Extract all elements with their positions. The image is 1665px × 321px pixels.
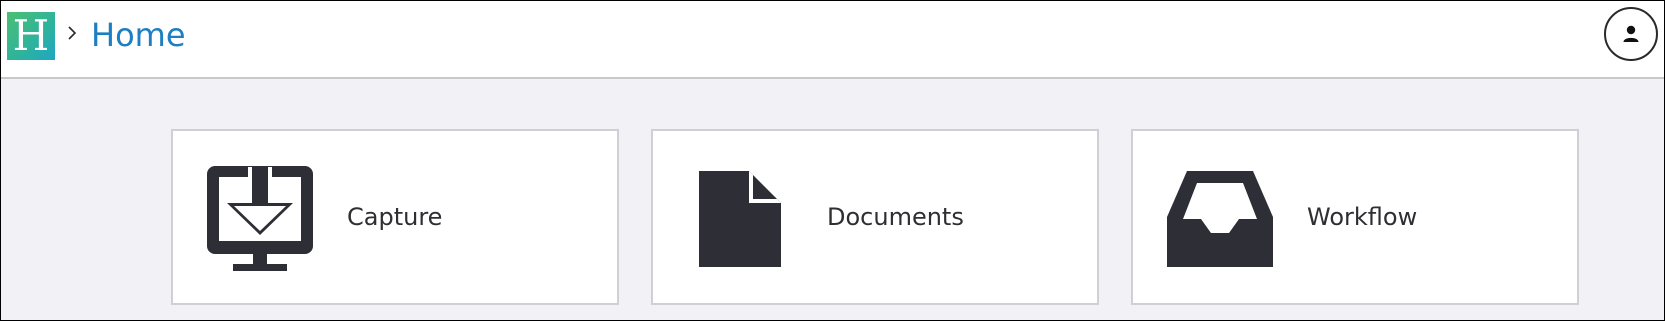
app-logo[interactable]: H xyxy=(7,12,55,60)
tile-capture[interactable]: Capture xyxy=(171,129,619,305)
tile-documents[interactable]: Documents xyxy=(651,129,1099,305)
user-menu-button[interactable] xyxy=(1604,7,1658,61)
app-window: H Home Capture Documents Workflow xyxy=(0,0,1665,321)
user-icon xyxy=(1623,25,1639,42)
top-bar: H Home xyxy=(1,1,1664,79)
document-icon xyxy=(699,171,781,267)
tile-workflow[interactable]: Workflow xyxy=(1131,129,1579,305)
page-title[interactable]: Home xyxy=(91,14,186,56)
tile-label: Workflow xyxy=(1307,203,1418,231)
tile-label: Documents xyxy=(827,203,964,231)
inbox-tray-icon xyxy=(1167,171,1273,267)
monitor-download-icon xyxy=(207,166,313,271)
chevron-right-icon xyxy=(68,26,77,40)
tile-label: Capture xyxy=(347,203,443,231)
